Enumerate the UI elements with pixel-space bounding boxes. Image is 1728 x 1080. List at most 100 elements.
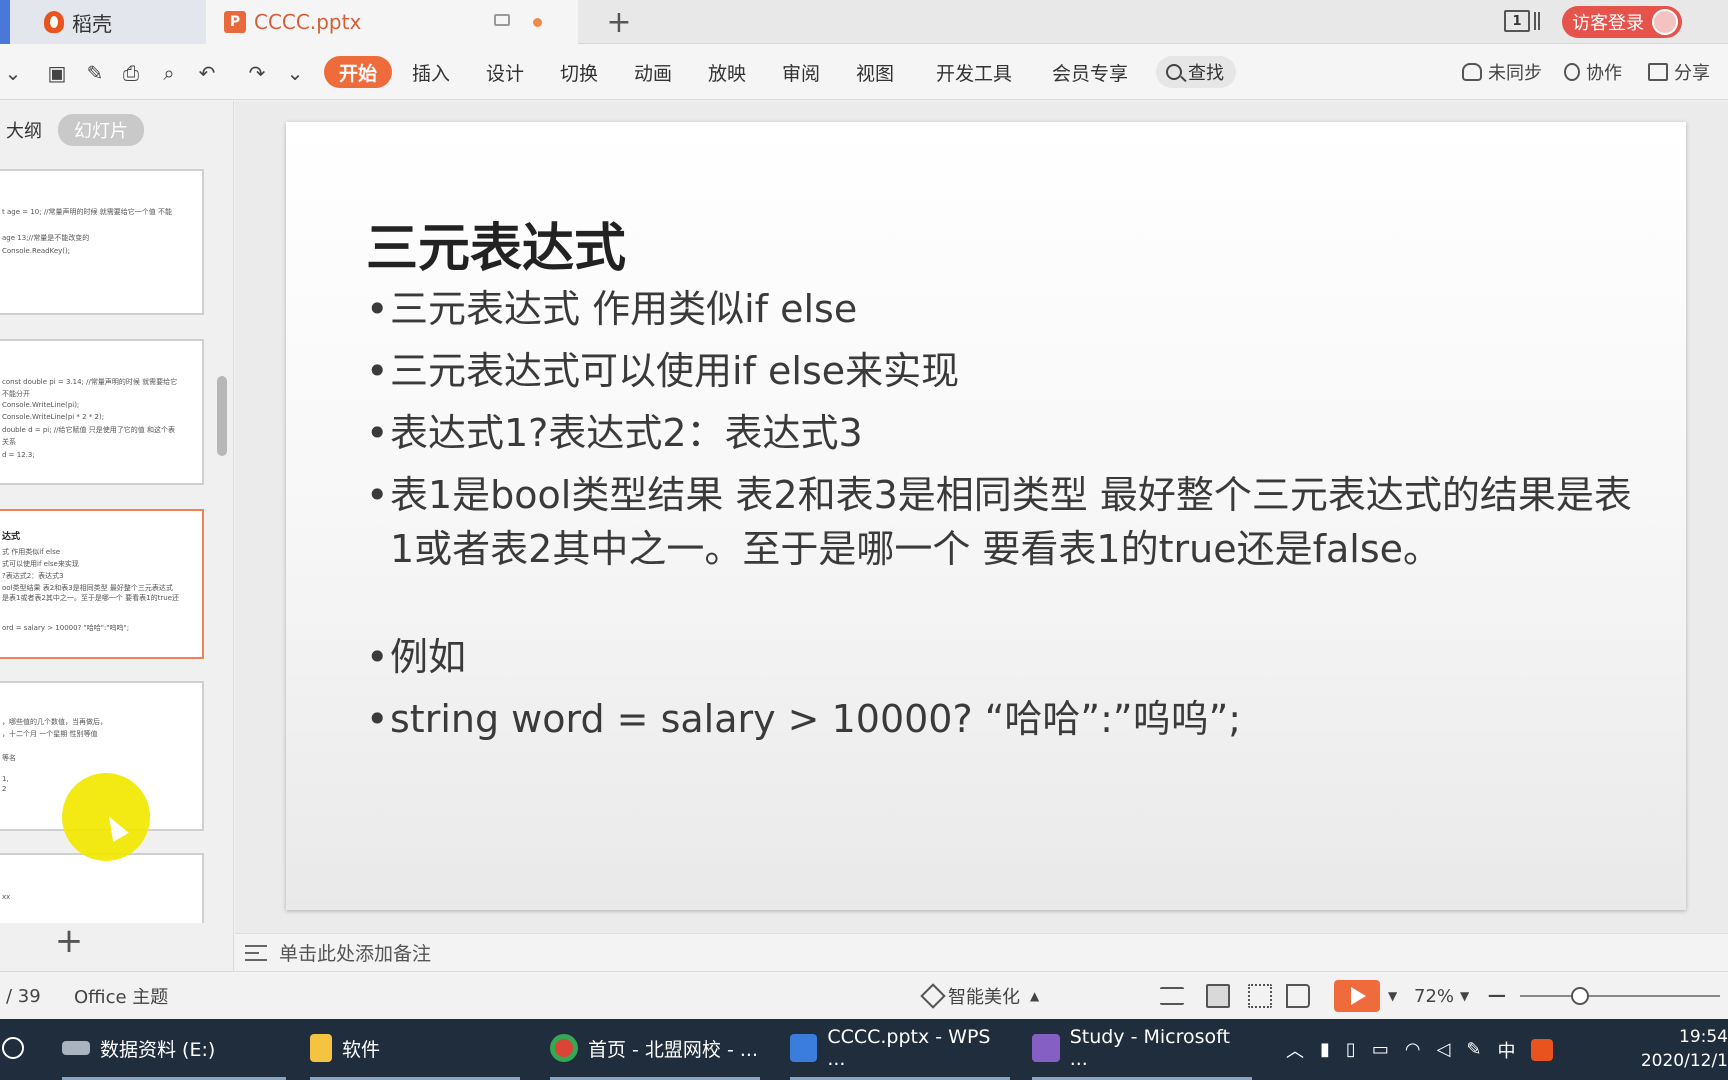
window-count-icon[interactable]: 1 (1504, 10, 1530, 32)
collaborate-button[interactable]: 协作 (1564, 58, 1622, 86)
monitor-icon[interactable] (494, 14, 510, 26)
slides-panel: 大纲 幻灯片 t age = 10; //常量声明的时候 就需要给它一个值 不能… (0, 101, 234, 971)
microphone-icon[interactable]: ▯ (1346, 1039, 1356, 1060)
collaborate-label: 协作 (1586, 63, 1622, 84)
tab-slideshow[interactable]: 放映 (708, 56, 746, 88)
tab-slides[interactable]: 幻灯片 (58, 114, 144, 146)
slide-bullet[interactable]: • 例如 (366, 630, 1646, 684)
unsaved-dot-icon (533, 18, 542, 27)
slide-thumbnail[interactable]: const double pi = 3.14; //常量声明的时候 就需要给它 … (0, 339, 204, 485)
bullet-text: 三元表达式 作用类似if else (390, 287, 858, 331)
clock[interactable]: 19:54 2020/12/1 (1628, 1025, 1728, 1073)
tab-view[interactable]: 视图 (856, 56, 894, 88)
chevron-down-icon[interactable]: ⌄ (2, 61, 24, 85)
tab-outline[interactable]: 大纲 (6, 117, 42, 143)
thumb-line: 不能分开 (2, 390, 30, 398)
thumb-line: ，十二个月 一个星期 性别等值 (2, 730, 98, 738)
tab-daoke[interactable]: 稻壳 (0, 0, 206, 44)
zoom-slider-handle[interactable] (1571, 987, 1589, 1005)
reading-view-icon[interactable] (1286, 984, 1310, 1008)
tab-label: 稻壳 (72, 11, 112, 36)
zoom-slider-track[interactable] (1520, 995, 1720, 997)
panel-scrollbar[interactable] (217, 376, 227, 456)
taskbar-label: CCCC.pptx - WPS ... (827, 1026, 991, 1070)
wifi-icon[interactable]: ◠ (1405, 1039, 1421, 1060)
tab-review[interactable]: 审阅 (782, 56, 820, 88)
sync-button[interactable]: 未同步 (1462, 58, 1542, 86)
notes-area[interactable]: 单击此处添加备注 (235, 933, 1728, 971)
thumb-line: Console.ReadKey(); (2, 247, 71, 255)
beautify-button[interactable]: 智能美化 ▲ (920, 972, 1039, 1020)
taskbar-label: Study - Microsoft ... (1069, 1026, 1230, 1070)
wps-icon (790, 1034, 818, 1062)
taskbar-item-folder[interactable]: 软件 (310, 1019, 520, 1080)
thumb-line: ?表达式2：表达式3 (2, 572, 64, 580)
outline-view-icon[interactable] (1160, 987, 1184, 1005)
print-icon[interactable]: ⎙ (120, 61, 142, 85)
guest-login-button[interactable]: 访客登录 (1562, 6, 1682, 38)
undo-icon[interactable]: ↶ (196, 61, 218, 85)
slide-title[interactable]: 三元表达式 (366, 206, 626, 281)
thumb-title: 达式 (2, 532, 21, 542)
cube-icon (920, 983, 946, 1009)
taskbar-item-drive[interactable]: 数据资料 (E:) (62, 1019, 286, 1080)
tab-home[interactable]: 开始 (324, 56, 393, 88)
play-options-chevron-icon[interactable]: ▼ (1388, 972, 1397, 1020)
panel-view-tabs: 大纲 幻灯片 (0, 114, 144, 146)
clock-date: 2020/12/1 (1640, 1051, 1728, 1071)
chevron-up-icon[interactable]: ︿ (1286, 1037, 1304, 1063)
zoom-chevron-icon: ▼ (1460, 989, 1470, 1003)
print-preview-icon[interactable]: ⌕ (158, 61, 180, 85)
slide-bullet[interactable]: • string word = salary > 10000? “哈哈”:”呜呜… (366, 692, 1646, 746)
play-slideshow-button[interactable] (1334, 980, 1380, 1012)
format-painter-icon[interactable]: ✎ (84, 61, 106, 85)
save-icon[interactable]: ▣ (46, 61, 68, 85)
redo-icon[interactable]: ↷ (246, 61, 268, 85)
tab-document[interactable]: P CCCC.pptx (206, 0, 578, 44)
slide-bullet[interactable]: • 三元表达式 作用类似if else (366, 282, 1646, 336)
slide-thumbnail[interactable]: xx (0, 853, 204, 923)
thumb-line: Console.WriteLine(pi * 2 * 2); (2, 413, 105, 421)
battery-icon[interactable]: ▭ (1372, 1039, 1389, 1060)
ime-indicator[interactable]: 中 (1497, 1037, 1515, 1063)
tab-design[interactable]: 设计 (486, 56, 524, 88)
search-icon (1166, 64, 1182, 80)
taskbar-item-wps[interactable]: CCCC.pptx - WPS ... (790, 1019, 1010, 1080)
sorter-view-icon[interactable] (1248, 984, 1272, 1008)
thumb-line: xx (2, 893, 11, 901)
add-slide-button[interactable]: + (54, 921, 84, 961)
slide-thumbnail[interactable]: t age = 10; //常量声明的时候 就需要给它一个值 不能 age 13… (0, 169, 204, 315)
slide-bullet[interactable]: • 表达式1?表达式2：表达式3 (366, 406, 1646, 460)
customize-icon[interactable]: ⌄ (284, 61, 306, 85)
device-icon[interactable]: ▮ (1320, 1039, 1330, 1060)
normal-view-icon[interactable] (1206, 984, 1230, 1008)
zoom-level[interactable]: 72% ▼ (1414, 972, 1469, 1020)
taskbar-item-browser[interactable]: 首页 - 北盟网校 - ... (550, 1019, 760, 1080)
slide-thumbnail-current[interactable]: 达式 式 作用类似if else 式可以使用if else来实现 ?表达式2：表… (0, 509, 204, 659)
zoom-out-button[interactable]: − (1486, 972, 1508, 1020)
sogou-icon[interactable] (1531, 1038, 1554, 1061)
tab-transitions[interactable]: 切换 (560, 56, 598, 88)
taskbar-label: 数据资料 (E:) (100, 1038, 216, 1061)
pen-icon[interactable]: ✎ (1466, 1039, 1481, 1060)
thumb-line: 等名 (2, 754, 16, 762)
taskbar-label: 首页 - 北盟网校 - ... (588, 1038, 758, 1061)
bullet-text: 表达式1?表达式2：表达式3 (390, 411, 863, 455)
tab-animations[interactable]: 动画 (634, 56, 672, 88)
theme-label: Office 主题 (74, 987, 169, 1008)
slide-bullet[interactable]: • 表1是bool类型结果 表2和表3是相同类型 最好整个三元表达式的结果是表1… (366, 468, 1646, 576)
thumb-line: const double pi = 3.14; //常量声明的时候 就需要给它 (2, 378, 178, 386)
share-button[interactable]: 分享 (1648, 58, 1710, 86)
beautify-label: 智能美化 (948, 987, 1020, 1008)
search-icon[interactable] (2, 1037, 24, 1059)
tab-insert[interactable]: 插入 (412, 56, 450, 88)
search-button[interactable]: 查找 (1156, 56, 1236, 88)
new-tab-button[interactable]: + (604, 5, 634, 40)
volume-icon[interactable]: ◁ (1437, 1039, 1451, 1060)
tab-member[interactable]: 会员专享 (1052, 56, 1128, 88)
taskbar-item-visual-studio[interactable]: Study - Microsoft ... (1032, 1019, 1252, 1080)
tab-developer[interactable]: 开发工具 (936, 56, 1012, 88)
current-slide[interactable]: 三元表达式 • 三元表达式 作用类似if else • 三元表达式可以使用if … (286, 122, 1686, 910)
thumb-line: age 13;//常量是不能改变的 (2, 234, 90, 242)
slide-bullet[interactable]: • 三元表达式可以使用if else来实现 (366, 344, 1646, 398)
